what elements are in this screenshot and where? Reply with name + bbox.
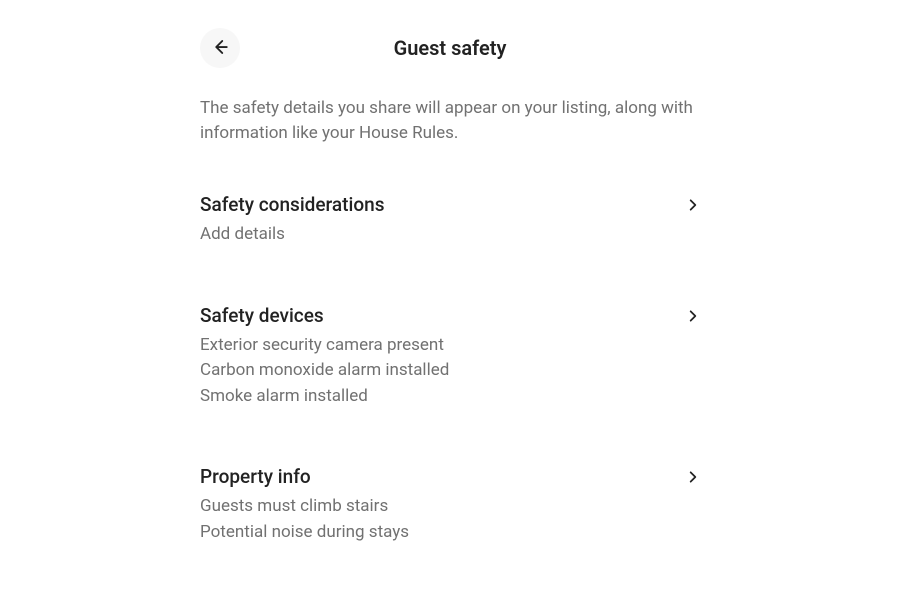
section-detail: Smoke alarm installed <box>200 384 670 410</box>
page-title: Guest safety <box>394 36 507 60</box>
page-header: Guest safety <box>200 24 700 72</box>
section-detail: Exterior security camera present <box>200 333 670 359</box>
chevron-right-icon <box>686 197 700 216</box>
section-content: Safety devices Exterior security camera … <box>200 304 670 410</box>
section-content: Property info Guests must climb stairs P… <box>200 465 670 545</box>
section-safety-devices[interactable]: Safety devices Exterior security camera … <box>200 304 700 410</box>
section-detail: Guests must climb stairs <box>200 494 670 520</box>
section-detail: Potential noise during stays <box>200 520 670 546</box>
section-detail: Add details <box>200 222 670 248</box>
section-title: Safety considerations <box>200 193 670 216</box>
page-description: The safety details you share will appear… <box>200 96 700 145</box>
section-property-info[interactable]: Property info Guests must climb stairs P… <box>200 465 700 545</box>
back-button[interactable] <box>200 28 240 68</box>
chevron-right-icon <box>686 308 700 327</box>
chevron-right-icon <box>686 469 700 488</box>
section-content: Safety considerations Add details <box>200 193 670 248</box>
section-detail: Carbon monoxide alarm installed <box>200 358 670 384</box>
section-title: Property info <box>200 465 670 488</box>
section-title: Safety devices <box>200 304 670 327</box>
section-safety-considerations[interactable]: Safety considerations Add details <box>200 193 700 248</box>
arrow-left-icon <box>211 38 229 59</box>
